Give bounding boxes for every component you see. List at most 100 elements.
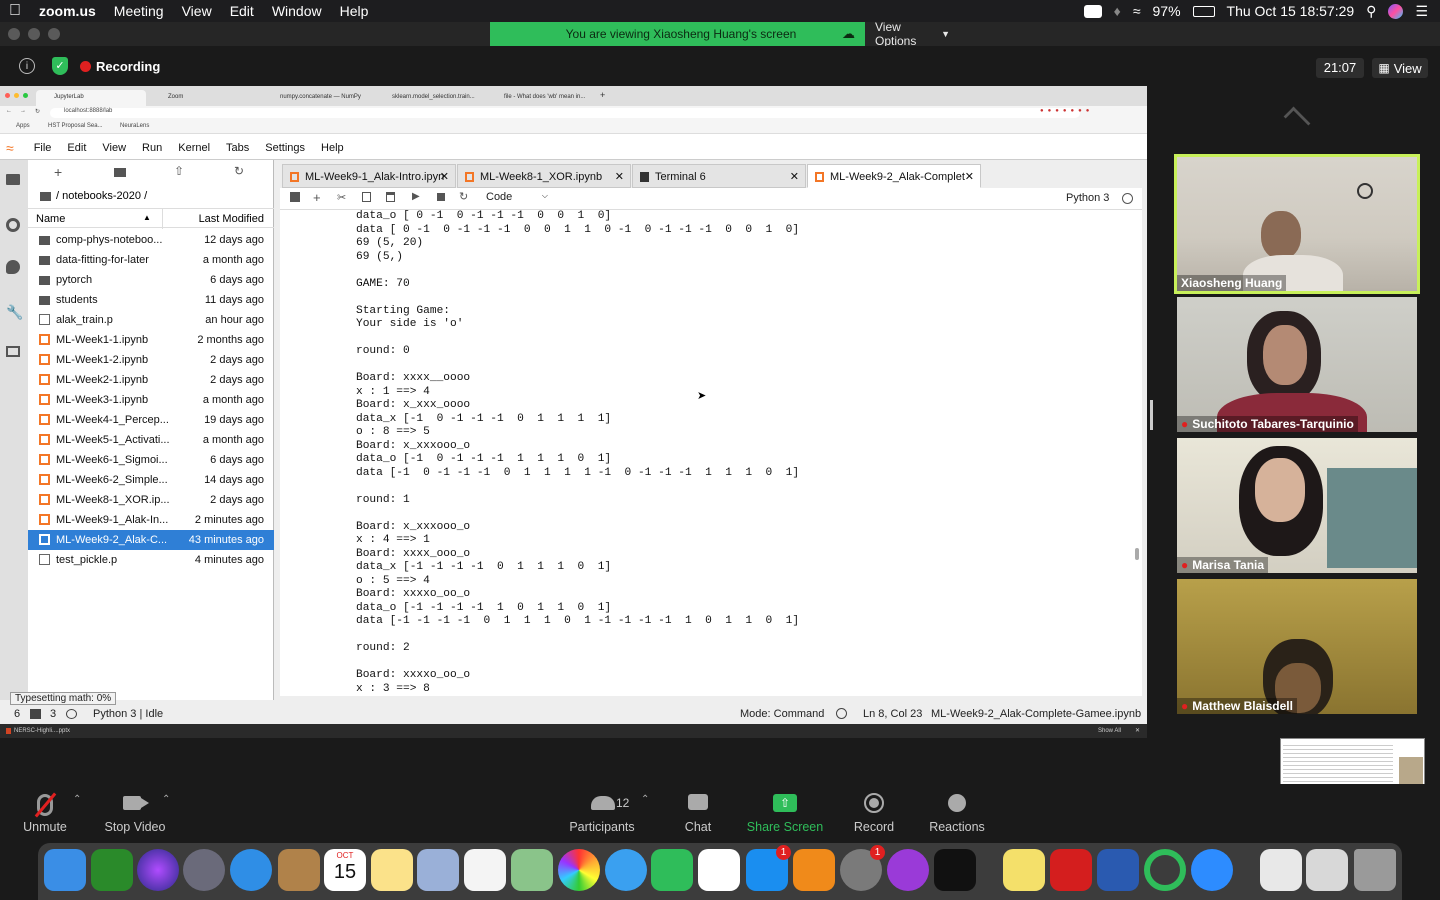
file-row[interactable]: ML-Week4-1_Percep... 19 days ago xyxy=(28,410,274,430)
download-item[interactable]: NERSC-Highli....pptx xyxy=(6,728,70,734)
sort-asc-icon[interactable]: ▲ xyxy=(143,213,151,222)
new-launcher-icon[interactable]: + xyxy=(54,164,62,180)
status-kernels-count[interactable]: 3 xyxy=(50,708,56,720)
status-cursor[interactable]: Ln 8, Col 23 xyxy=(863,708,922,720)
tab-week9-1[interactable]: ML-Week9-1_Alak-Intro.ipyn ✕ xyxy=(282,164,456,188)
close-icon[interactable]: ✕ xyxy=(440,170,449,183)
news-icon[interactable] xyxy=(698,849,740,891)
app-store-icon[interactable]: 1 xyxy=(746,845,791,891)
file-row[interactable]: data-fitting-for-later a month ago xyxy=(28,250,274,270)
audio-options-chevron-icon[interactable]: ⌃ xyxy=(73,794,81,805)
photos-icon[interactable] xyxy=(558,849,600,891)
info-icon[interactable]: i xyxy=(19,58,35,74)
tab-terminal-6[interactable]: Terminal 6 ✕ xyxy=(632,164,806,188)
file-row[interactable]: ML-Week9-2_Alak-C... 43 minutes ago xyxy=(28,530,274,550)
microsoft-installer-icon[interactable] xyxy=(91,849,133,891)
extension-icons[interactable]: ●●●●●●● xyxy=(1040,108,1093,114)
file-row[interactable]: ML-Week9-1_Alak-In... 2 minutes ago xyxy=(28,510,274,530)
jl-menu-settings[interactable]: Settings xyxy=(257,142,313,154)
file-row[interactable]: students 11 days ago xyxy=(28,290,274,310)
preview-icon[interactable] xyxy=(417,849,459,891)
shield-icon[interactable]: ✓ xyxy=(52,57,68,75)
address-bar[interactable]: localhost:8888/lab xyxy=(50,108,1080,118)
reload-icon[interactable]: ↻ xyxy=(35,108,40,115)
cut-icon[interactable]: ✂ xyxy=(337,191,346,204)
jl-menu-edit[interactable]: Edit xyxy=(59,142,94,154)
jl-menu-run[interactable]: Run xyxy=(134,142,170,154)
column-last-modified[interactable]: Last Modified xyxy=(199,213,264,225)
participant-video-3[interactable]: ● Marisa Tania xyxy=(1177,438,1417,573)
stickies-icon[interactable] xyxy=(1003,849,1045,891)
activity-monitor-icon[interactable] xyxy=(1144,849,1186,891)
show-all-button[interactable]: Show All xyxy=(1098,728,1121,734)
menubar-clock[interactable]: Thu Oct 15 18:57:29 xyxy=(1227,3,1355,19)
upload-icon[interactable]: ⇧ xyxy=(174,164,184,178)
podcasts-icon[interactable] xyxy=(887,849,929,891)
browser-close-dot[interactable] xyxy=(5,93,10,98)
zoom-status-icon[interactable] xyxy=(1083,4,1102,18)
back-icon[interactable]: ← xyxy=(6,108,12,114)
close-icon[interactable]: ✕ xyxy=(965,170,974,183)
siri-icon[interactable] xyxy=(1388,3,1404,19)
jl-menu-tabs[interactable]: Tabs xyxy=(218,142,257,154)
bookmark-neuralens[interactable]: NeuraLens xyxy=(120,123,149,129)
cell-type-select[interactable]: Code ⌵ xyxy=(486,191,548,203)
stop-icon[interactable] xyxy=(437,193,445,201)
window-minimize-button[interactable] xyxy=(28,28,40,40)
launchpad-icon[interactable] xyxy=(183,849,225,891)
running-icon[interactable] xyxy=(6,218,20,232)
word-icon[interactable] xyxy=(1097,849,1139,891)
notes-icon[interactable] xyxy=(371,849,413,891)
scrollbar[interactable] xyxy=(1135,548,1139,560)
system-preferences-icon[interactable]: 1 xyxy=(840,845,885,891)
menu-app-name[interactable]: zoom.us xyxy=(30,3,105,19)
restart-icon[interactable]: ↻ xyxy=(459,190,468,203)
file-row[interactable]: pytorch 6 days ago xyxy=(28,270,274,290)
safari-icon[interactable] xyxy=(230,849,272,891)
bookmark-apps[interactable]: Apps xyxy=(16,123,30,129)
browser-tab-numpy[interactable]: numpy.concatenate — NumPy xyxy=(262,90,372,106)
paste-icon[interactable] xyxy=(386,192,395,202)
file-row[interactable]: ML-Week3-1.ipynb a month ago xyxy=(28,390,274,410)
menu-meeting[interactable]: Meeting xyxy=(105,3,173,19)
video-options-chevron-icon[interactable]: ⌃ xyxy=(162,794,170,805)
bluetooth-icon[interactable]: ♦ xyxy=(1114,3,1121,19)
refresh-icon[interactable]: ↻ xyxy=(234,164,244,178)
jl-menu-file[interactable]: File xyxy=(26,142,60,154)
siri-app-icon[interactable] xyxy=(137,849,179,891)
save-icon[interactable] xyxy=(290,192,300,202)
facetime-icon[interactable] xyxy=(651,849,693,891)
wifi-icon[interactable]: ≈ xyxy=(1133,3,1141,19)
close-icon[interactable]: ✕ xyxy=(615,170,624,183)
control-center-icon[interactable]: ☰ xyxy=(1415,3,1428,20)
participant-video-1[interactable]: Xiaosheng Huang xyxy=(1174,154,1420,294)
kernel-name[interactable]: Python 3 xyxy=(1066,192,1109,204)
file-row[interactable]: ML-Week6-1_Sigmoi... 6 days ago xyxy=(28,450,274,470)
window-close-button[interactable] xyxy=(8,28,20,40)
trash-icon[interactable] xyxy=(1354,849,1396,891)
wrench-icon[interactable]: 🔧 xyxy=(6,304,23,321)
add-cell-icon[interactable]: + xyxy=(313,190,321,205)
folder-icon[interactable] xyxy=(6,174,20,185)
status-terminals-count[interactable]: 6 xyxy=(14,708,20,720)
browser-tab-jupyterlab[interactable]: JupyterLab xyxy=(36,90,146,106)
status-kernel[interactable]: Python 3 | Idle xyxy=(93,708,163,720)
browser-tab-zoom[interactable]: Zoom xyxy=(150,90,260,106)
calendar-icon[interactable]: OCT 15 xyxy=(324,849,366,891)
apple-icon[interactable]:  xyxy=(0,2,30,20)
menu-edit[interactable]: Edit xyxy=(221,3,263,19)
window-zoom-button[interactable] xyxy=(48,28,60,40)
tab-week8-1[interactable]: ML-Week8-1_XOR.ipynb ✕ xyxy=(457,164,631,188)
new-tab-button[interactable]: + xyxy=(600,90,605,100)
file-row[interactable]: alak_train.p an hour ago xyxy=(28,310,274,330)
acrobat-icon[interactable] xyxy=(1050,849,1092,891)
jl-menu-kernel[interactable]: Kernel xyxy=(170,142,218,154)
participant-video-4[interactable]: ● Matthew Blaisdell xyxy=(1177,579,1417,714)
spotlight-icon[interactable]: ⚲ xyxy=(1366,3,1376,20)
battery-icon[interactable] xyxy=(1192,5,1215,17)
panel-resize-handle[interactable] xyxy=(1150,400,1153,430)
browser-tab-sklearn[interactable]: sklearn.model_selection.train... xyxy=(374,90,484,106)
breadcrumb[interactable]: / notebooks-2020 / xyxy=(40,190,147,202)
participants-chevron-icon[interactable]: ⌃ xyxy=(641,794,649,805)
reminders-icon[interactable] xyxy=(464,849,506,891)
